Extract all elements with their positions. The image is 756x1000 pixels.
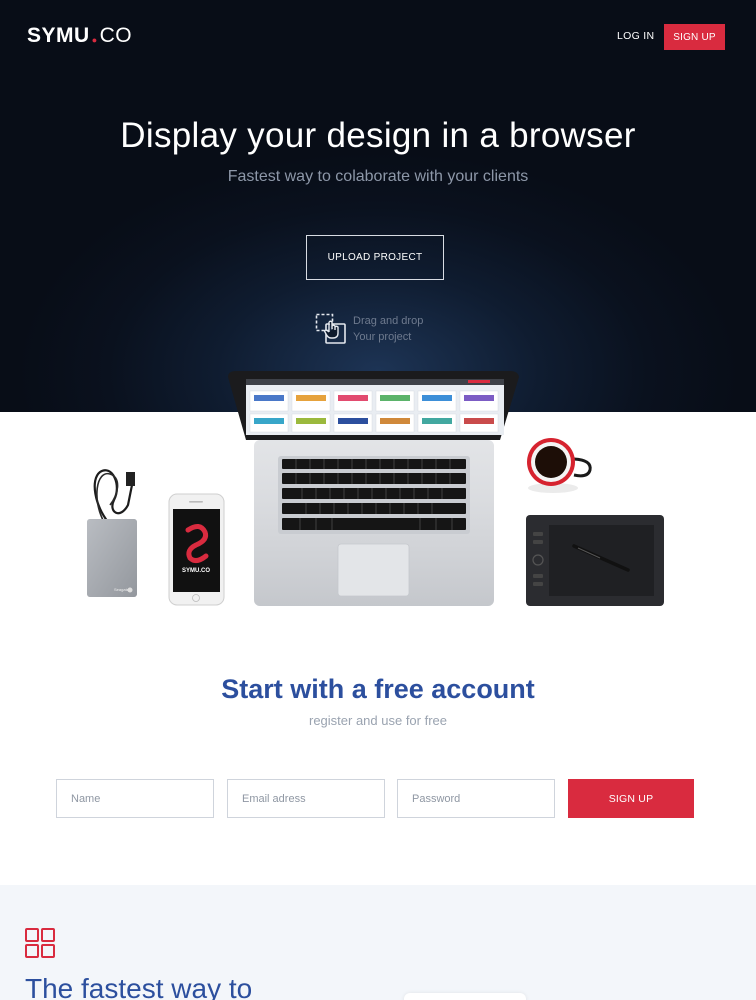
signup-submit-button[interactable]: SIGN UP xyxy=(568,779,694,818)
signup-subtitle: register and use for free xyxy=(308,713,448,728)
features-title: The fastest way to xyxy=(25,973,253,1000)
signup-title-bold: free account xyxy=(374,674,535,704)
phone-image: SYMU.CO xyxy=(168,493,225,606)
coffee-cup-image xyxy=(527,438,592,493)
drag-line-1: Drag and drop xyxy=(353,315,424,327)
logo-dot: ● xyxy=(91,35,98,45)
header-signup-button[interactable]: SIGN UP xyxy=(664,24,725,50)
hero-section: SYMU ●CO LOG IN SIGN UP Display your desi… xyxy=(0,0,756,412)
laptop-image xyxy=(228,371,519,606)
grid-icon xyxy=(25,928,55,958)
email-field[interactable] xyxy=(227,779,385,818)
hard-drive-image: Seagate xyxy=(87,469,137,597)
logo-main: SYMU xyxy=(27,24,90,47)
drag-drop-hand-icon xyxy=(315,313,346,344)
upload-project-button[interactable]: UPLOAD PROJECT xyxy=(306,235,444,280)
logo-suffix: CO xyxy=(99,24,133,47)
feature-card xyxy=(404,993,526,1000)
hero-subtitle: Fastest way to colaborate with your clie… xyxy=(227,168,529,185)
login-link[interactable]: LOG IN xyxy=(617,30,654,42)
devices-illustration: Seagate SYMU.CO xyxy=(87,371,664,606)
drag-line-2: Your project xyxy=(353,330,412,343)
drawing-tablet-image xyxy=(526,515,664,606)
name-field[interactable] xyxy=(56,779,214,818)
logo[interactable]: SYMU ●CO xyxy=(27,24,132,48)
signup-title: Start with a free account xyxy=(0,674,756,705)
password-field[interactable] xyxy=(397,779,555,818)
drag-drop-hint: Drag and drop Your project xyxy=(353,314,423,345)
drive-brand: Seagate xyxy=(114,587,130,592)
features-section: The fastest way to xyxy=(0,885,756,1000)
hero-title: Display your design in a browser xyxy=(120,116,636,155)
phone-logo-text: SYMU.CO xyxy=(182,568,210,574)
signup-title-regular: Start with a xyxy=(221,674,375,704)
